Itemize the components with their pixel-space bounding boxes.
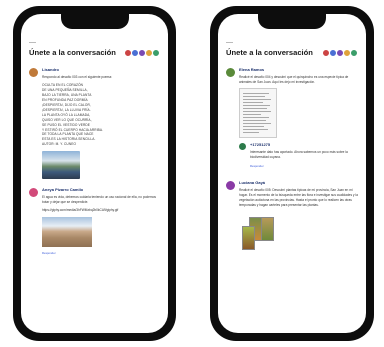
phone-frame-left: Únete a la conversación Lisandro Respond… — [13, 6, 176, 341]
header-mark — [226, 42, 233, 43]
phone-screen: Únete a la conversación Elena Ramos Real… — [218, 14, 366, 333]
page-title: Únete a la conversación — [29, 48, 116, 57]
title-row: Únete a la conversación — [29, 48, 160, 57]
phone-notch — [60, 14, 129, 29]
poem-line: AUTOR: M. Y. CUNEO — [42, 142, 77, 147]
avatar — [239, 142, 246, 150]
comment-author[interactable]: Lisandro — [42, 67, 160, 72]
comment-author[interactable]: Luciana Gayá — [239, 180, 358, 185]
avatar — [29, 68, 38, 77]
participants-avatars[interactable] — [322, 48, 358, 57]
page-title: Únete a la conversación — [226, 48, 313, 57]
avatar — [226, 180, 235, 190]
header-mark — [29, 42, 36, 43]
comment-text: Interesante dato has aportado. Ahora sab… — [250, 149, 348, 159]
phone-frame-right: Únete a la conversación Elena Ramos Real… — [210, 6, 374, 341]
comment-post: Lisandro Respondo al desafío 003 con el … — [29, 67, 160, 180]
comment-author[interactable]: Aneya Pizarro Camilo — [42, 187, 160, 192]
comment-text: Realicé el desafío 005: Descubrí plantas… — [239, 187, 358, 207]
conversation-page: Únete a la conversación Lisandro Respond… — [29, 42, 160, 323]
conversation-page: Únete a la conversación Elena Ramos Real… — [226, 42, 358, 323]
desert-image[interactable] — [42, 217, 92, 248]
landscape-image[interactable] — [42, 151, 80, 180]
comment-link[interactable]: https://giphy.com/media/3hFWMzbq2b0kCA9/… — [42, 208, 160, 213]
comment-post: Luciana Gayá Realicé el desafío 005: Des… — [226, 180, 358, 250]
comment-post: Aneya Pizarro Camilo El agua es vida, de… — [29, 187, 160, 255]
comment-text: Respondo al desafío 003 con el siguiente… — [42, 75, 112, 79]
poem: OCULTA EN EL CORAZÓN DE UNA PEQUEÑA SEMI… — [42, 83, 160, 147]
reply-link[interactable]: Responder — [42, 251, 160, 255]
avatar — [350, 48, 358, 57]
participants-avatars[interactable] — [124, 48, 160, 57]
plant-photo — [261, 216, 274, 241]
reply-link[interactable]: Responder — [250, 164, 358, 168]
comment-author[interactable]: +17251275 — [250, 142, 358, 147]
nested-reply: +17251275 Interesante dato has aportado.… — [239, 142, 358, 168]
plant-photo — [242, 225, 255, 250]
comment-post: Elena Ramos Realicé el desafío 004 y des… — [226, 67, 358, 172]
avatar — [226, 68, 235, 77]
comment-text: El agua es vida, debemos cuidarla tenien… — [42, 195, 156, 205]
phone-screen: Únete a la conversación Lisandro Respond… — [21, 14, 168, 333]
comment-author[interactable]: Elena Ramos — [239, 67, 358, 72]
plants-collage-image[interactable] — [239, 212, 279, 250]
avatar — [29, 188, 38, 198]
document-image[interactable] — [239, 87, 277, 138]
title-row: Únete a la conversación — [226, 48, 358, 57]
comment-text: Realicé el desafío 004 y descubrí que el… — [239, 75, 349, 84]
phone-notch — [258, 14, 326, 29]
avatar — [152, 48, 160, 57]
